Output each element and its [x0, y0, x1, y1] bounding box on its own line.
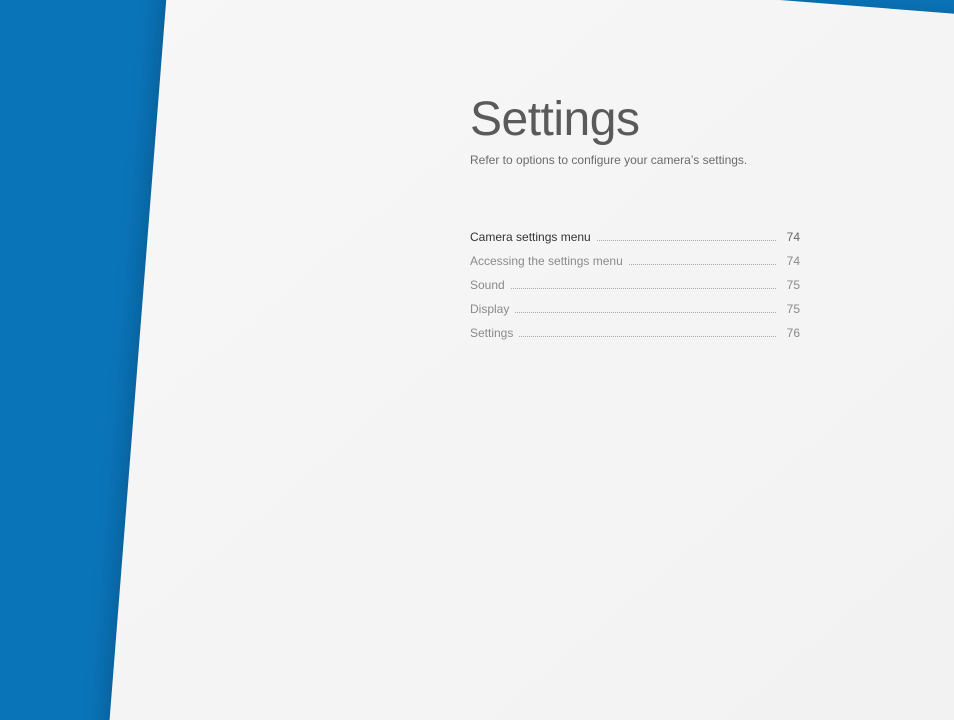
toc-page: 76 [782, 321, 800, 345]
toc-row: Camera settings menu 74 [470, 225, 800, 249]
toc-label: Accessing the settings menu [470, 249, 623, 273]
toc-dots [511, 288, 776, 289]
toc-dots [519, 336, 776, 337]
toc-dots [629, 264, 776, 265]
table-of-contents: Camera settings menu 74 Accessing the se… [470, 225, 800, 345]
page-content: Settings Refer to options to configure y… [470, 92, 850, 345]
toc-label: Settings [470, 321, 513, 345]
page-title: Settings [470, 92, 850, 147]
toc-label: Sound [470, 273, 505, 297]
toc-label: Camera settings menu [470, 225, 591, 249]
toc-dots [515, 312, 776, 313]
page-subtitle: Refer to options to configure your camer… [470, 153, 850, 167]
toc-page: 75 [782, 297, 800, 321]
toc-page: 75 [782, 273, 800, 297]
toc-page: 74 [782, 225, 800, 249]
toc-label: Display [470, 297, 509, 321]
toc-row: Accessing the settings menu 74 [470, 249, 800, 273]
toc-dots [597, 240, 776, 241]
toc-page: 74 [782, 249, 800, 273]
toc-row: Display 75 [470, 297, 800, 321]
toc-row: Sound 75 [470, 273, 800, 297]
toc-row: Settings 76 [470, 321, 800, 345]
